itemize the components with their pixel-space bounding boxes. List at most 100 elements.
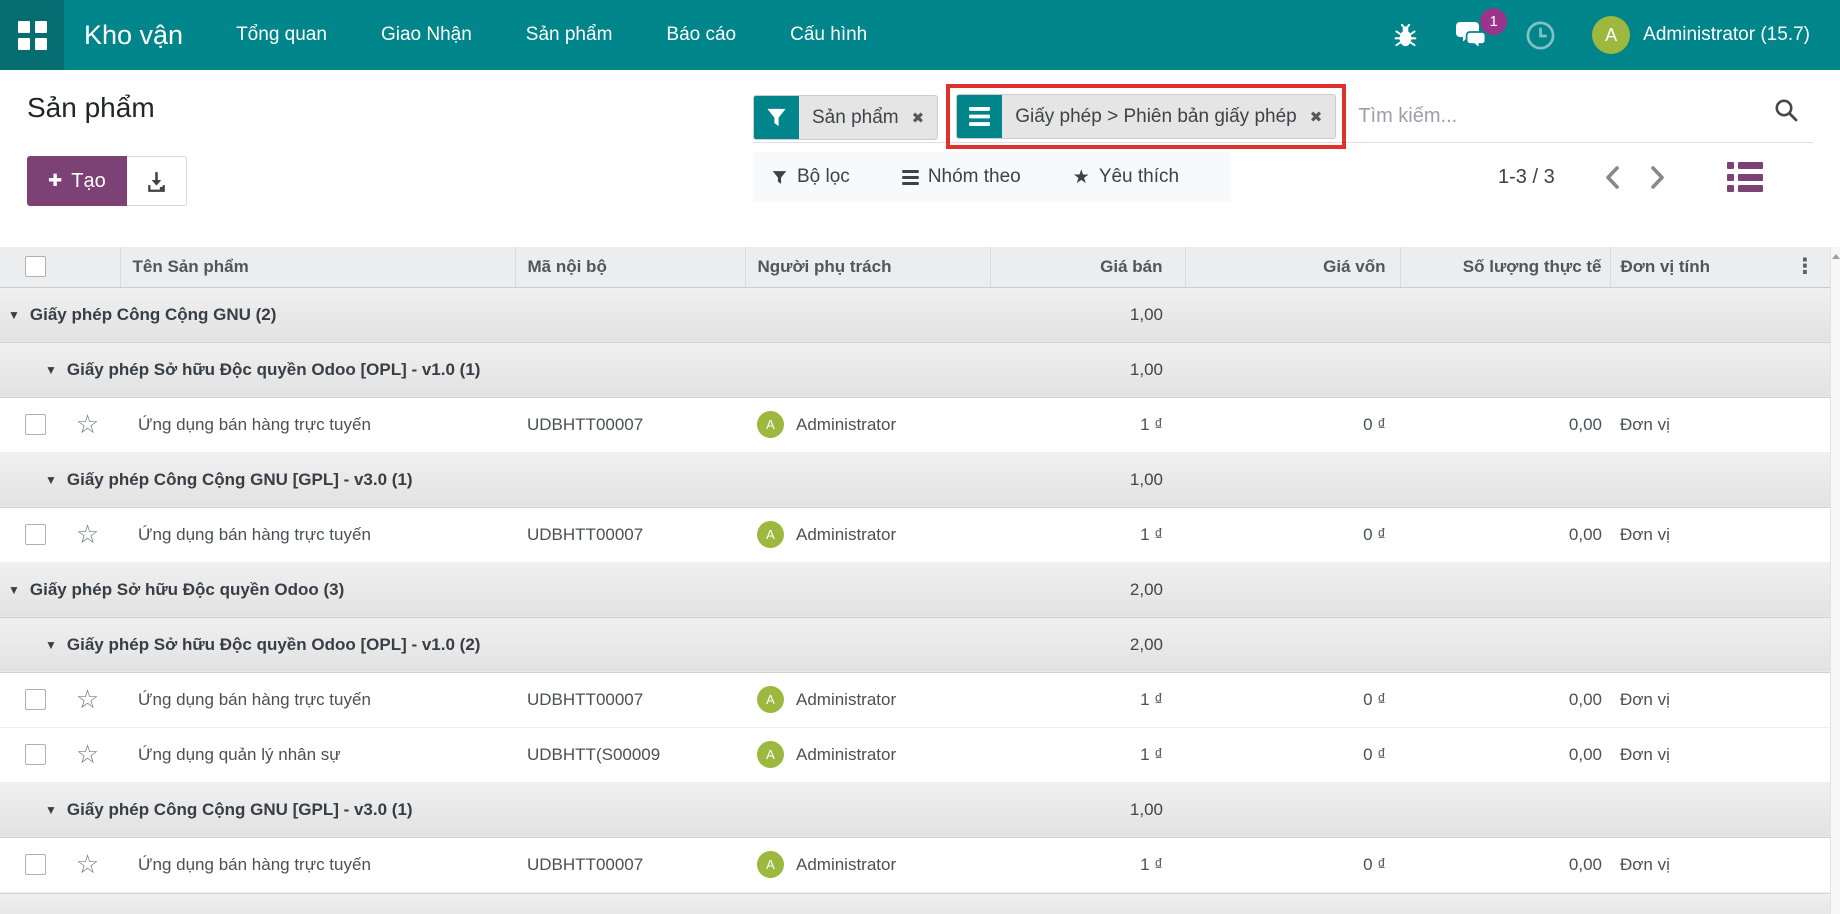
cell-product-name: Ứng dụng bán hàng trực tuyến <box>120 507 515 562</box>
table-row[interactable]: ☆ Ứng dụng quản lý nhân sự UDBHTT(S00009… <box>0 727 1830 782</box>
app-name[interactable]: Kho vận <box>84 20 183 51</box>
table-body: ▼Giấy phép Công Cộng GNU (2) 1,00 ▼Giấy … <box>0 287 1830 892</box>
facet-remove-icon[interactable]: ✖ <box>1301 95 1336 138</box>
column-header-owner[interactable]: Người phụ trách <box>745 247 990 287</box>
collapse-triangle-icon[interactable]: ▼ <box>8 308 20 322</box>
row-checkbox[interactable] <box>25 524 46 545</box>
star-column-header <box>55 247 120 287</box>
navbar-right: 1 A Administrator (15.7) <box>1392 16 1840 54</box>
cell-cost: 0 ₫ <box>1185 837 1400 892</box>
filter-button-nhóm-theo[interactable]: Nhóm theo <box>902 166 1021 188</box>
navbar-menu: Tổng quanGiao NhậnSản phẩmBáo cáoCấu hìn… <box>209 0 894 70</box>
magnifier-icon[interactable] <box>1773 97 1799 128</box>
page-title: Sản phẩm <box>27 92 155 124</box>
select-all-checkbox[interactable] <box>0 247 55 287</box>
cell-uom: Đơn vị <box>1610 397 1780 452</box>
group-row[interactable]: ▼Giấy phép Sở hữu Độc quyền Odoo (3) 2,0… <box>0 562 1830 617</box>
partial-group-row[interactable] <box>0 893 1830 914</box>
favorite-star-icon[interactable]: ☆ <box>55 837 120 892</box>
cell-sale-price: 1 ₫ <box>990 507 1185 562</box>
bug-icon[interactable] <box>1392 22 1419 49</box>
cell-qty-on-hand: 0,00 <box>1400 507 1610 562</box>
cell-cost: 0 ₫ <box>1185 727 1400 782</box>
menu-item-1[interactable]: Tổng quan <box>209 0 354 70</box>
group-price-sum: 1,00 <box>1130 305 1163 324</box>
collapse-triangle-icon[interactable]: ▼ <box>8 583 20 597</box>
row-checkbox[interactable] <box>25 414 46 435</box>
filter-button-yêu-thích[interactable]: ★ Yêu thích <box>1073 166 1179 189</box>
group-row[interactable]: ▼ Giấy phép Công Cộng GNU (2) 1,00 <box>0 287 1830 342</box>
group-row[interactable]: ▼ Giấy phép Sở hữu Độc quyền Odoo [OPL] -… <box>0 617 1830 672</box>
filter-toolbar: Bộ lọc Nhóm theo ★ Yêu thích <box>753 152 1231 202</box>
table-row[interactable]: ☆ Ứng dụng bán hàng trực tuyến UDBHTT000… <box>0 507 1830 562</box>
collapse-triangle-icon[interactable]: ▼ <box>45 363 57 377</box>
row-checkbox[interactable] <box>25 854 46 875</box>
column-header-price[interactable]: Giá bán <box>990 247 1185 287</box>
filter-button-label: Bộ lọc <box>797 166 850 188</box>
cell-qty-on-hand: 0,00 <box>1400 672 1610 727</box>
facet-remove-icon[interactable]: ✖ <box>903 96 938 139</box>
vertical-scrollbar[interactable] <box>1830 247 1840 914</box>
group-label: Giấy phép Sở hữu Độc quyền Odoo [OPL] - … <box>67 635 481 654</box>
search-bar: Sản phẩm ✖ Giấy phép > Phiên bản giấy ph… <box>753 70 1813 143</box>
group-price-sum: 1,00 <box>1130 800 1163 819</box>
favorite-star-icon[interactable]: ☆ <box>55 397 120 452</box>
favorite-star-icon[interactable]: ☆ <box>55 672 120 727</box>
annotation-highlight-box: Giấy phép > Phiên bản giấy phép ✖ <box>946 84 1346 149</box>
column-header-qty[interactable]: Số lượng thực tế <box>1400 247 1610 287</box>
collapse-triangle-icon[interactable]: ▼ <box>45 803 57 817</box>
filter-button-label: Yêu thích <box>1099 166 1179 188</box>
apps-grid-icon <box>18 21 47 50</box>
search-facet[interactable]: Sản phẩm ✖ <box>753 95 938 140</box>
menu-item-2[interactable]: Giao Nhận <box>354 0 499 70</box>
messages-button[interactable]: 1 <box>1455 20 1489 50</box>
cell-uom: Đơn vị <box>1610 507 1780 562</box>
table-row[interactable]: ☆ Ứng dụng bán hàng trực tuyến UDBHTT000… <box>0 672 1830 727</box>
pager-previous-icon[interactable] <box>1591 164 1635 191</box>
column-header-code[interactable]: Mã nội bộ <box>515 247 745 287</box>
column-options-dots-icon[interactable]: ⋮ <box>1780 247 1830 287</box>
cell-sale-price: 1 ₫ <box>990 727 1185 782</box>
cell-sale-price: 1 ₫ <box>990 672 1185 727</box>
column-header-name[interactable]: Tên Sản phẩm <box>120 247 515 287</box>
cell-qty-on-hand: 0,00 <box>1400 727 1610 782</box>
favorite-star-icon[interactable]: ☆ <box>55 507 120 562</box>
list-view-icon[interactable] <box>1727 162 1763 192</box>
group-row[interactable]: ▼Giấy phép Công Cộng GNU [GPL] - v3.0 (1… <box>0 782 1830 837</box>
cell-product-name: Ứng dụng quản lý nhân sự <box>120 727 515 782</box>
row-checkbox[interactable] <box>25 689 46 710</box>
search-input[interactable] <box>1348 105 1773 140</box>
favorite-star-icon[interactable]: ☆ <box>55 727 120 782</box>
collapse-triangle-icon[interactable]: ▼ <box>45 473 57 487</box>
pager-next-icon[interactable] <box>1635 164 1679 191</box>
cell-sale-price: 1 ₫ <box>990 397 1185 452</box>
group-label: Giấy phép Sở hữu Độc quyền Odoo (3) <box>30 580 344 599</box>
user-menu[interactable]: A Administrator (15.7) <box>1592 16 1810 54</box>
collapse-triangle-icon[interactable]: ▼ <box>45 638 57 652</box>
groupby-bars-icon <box>957 95 1002 138</box>
filter-button-label: Nhóm theo <box>928 166 1021 188</box>
cell-owner-name: Administrator <box>796 855 896 875</box>
cell-product-name: Ứng dụng bán hàng trực tuyến <box>120 672 515 727</box>
column-header-uom[interactable]: Đơn vị tính <box>1610 247 1780 287</box>
group-row[interactable]: ▼Giấy phép Sở hữu Độc quyền Odoo [OPL] -… <box>0 342 1830 397</box>
row-checkbox[interactable] <box>25 744 46 765</box>
column-header-cost[interactable]: Giá vốn <box>1185 247 1400 287</box>
menu-item-3[interactable]: Sản phẩm <box>499 0 640 70</box>
create-button[interactable]: ✚ Tạo <box>27 156 127 206</box>
activities-clock-icon[interactable] <box>1525 20 1556 51</box>
group-label: Giấy phép Công Cộng GNU (2) <box>30 305 277 324</box>
user-avatar: A <box>1592 16 1630 54</box>
menu-item-4[interactable]: Báo cáo <box>639 0 763 70</box>
groupby-icon <box>902 170 919 185</box>
menu-item-5[interactable]: Cấu hình <box>763 0 894 70</box>
cell-internal-code: UDBHTT00007 <box>515 672 745 727</box>
apps-menu-button[interactable] <box>0 0 64 70</box>
table-row[interactable]: ☆ Ứng dụng bán hàng trực tuyến UDBHTT000… <box>0 397 1830 452</box>
group-row[interactable]: ▼Giấy phép Công Cộng GNU [GPL] - v3.0 (1… <box>0 452 1830 507</box>
search-facet[interactable]: Giấy phép > Phiên bản giấy phép ✖ <box>956 94 1336 139</box>
filter-button-bộ-lọc[interactable]: Bộ lọc <box>771 166 850 188</box>
table-row[interactable]: ☆ Ứng dụng bán hàng trực tuyến UDBHTT000… <box>0 837 1830 892</box>
cell-owner-name: Administrator <box>796 690 896 710</box>
export-button[interactable] <box>127 156 187 206</box>
